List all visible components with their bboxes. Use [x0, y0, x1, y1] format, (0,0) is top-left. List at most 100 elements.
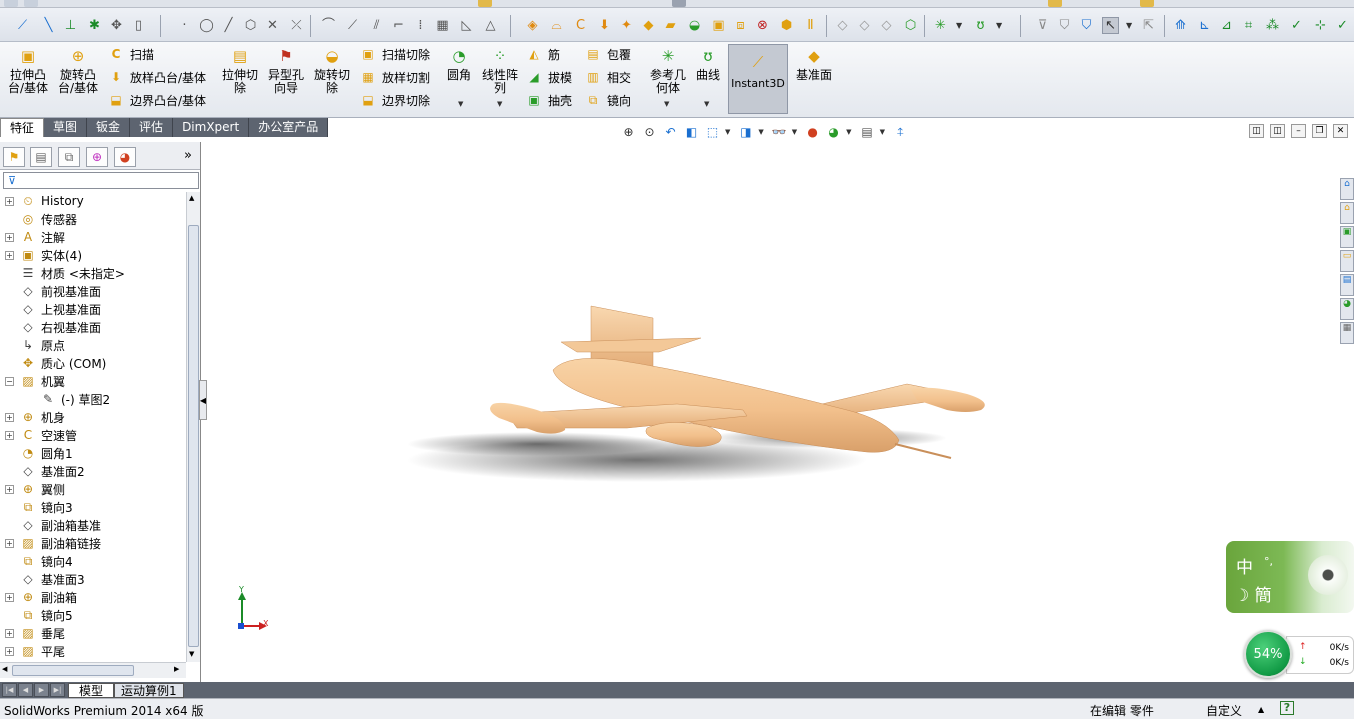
shell-button[interactable]: ▣ 抽壳 [526, 91, 572, 109]
zoom-to-area-icon[interactable]: ⊙ [641, 124, 658, 141]
loft-toolbar-icon[interactable]: ⬇ [596, 17, 613, 34]
scroll-thumb[interactable] [188, 225, 199, 647]
draft-button[interactable]: ◢ 拔模 [526, 68, 572, 86]
hide-show-items-icon[interactable]: 👓 [771, 124, 788, 141]
edit-appearance-icon[interactable]: ● [804, 124, 821, 141]
linear-pattern-button[interactable]: ⁘ 线性阵 列 [482, 46, 518, 95]
airplane-model[interactable] [407, 305, 985, 482]
toolbar-icon[interactable] [4, 0, 18, 7]
origin-icon[interactable]: ⊥ [62, 17, 79, 34]
instant3d-button[interactable]: ⟋ Instant3D [728, 44, 788, 114]
tree-item[interactable]: + ⊕ 翼侧 [0, 480, 186, 498]
chevron-down-icon[interactable]: ▼ [846, 128, 851, 136]
close-icon[interactable]: ✕ [1333, 124, 1348, 138]
rib-toolbar-icon[interactable]: Ⅱ [802, 17, 819, 34]
units-custom-text[interactable]: 自定义 [1206, 702, 1242, 719]
mirror-button[interactable]: ⧉ 镜向 [585, 91, 631, 109]
tree-item[interactable]: + ▣ 实体(4) [0, 246, 186, 264]
property-manager-tab-icon[interactable]: ▤ [30, 147, 52, 167]
design-library-tab-icon[interactable]: ▣ [1340, 226, 1354, 248]
select-icon[interactable]: ↖ [1102, 17, 1119, 34]
view-orientation-icon[interactable]: ⬚ [704, 124, 721, 141]
chevron-down-icon[interactable]: ▼ [497, 100, 502, 108]
chevron-down-icon[interactable]: ▼ [880, 128, 885, 136]
coordinate-icon[interactable]: ◇ [878, 17, 895, 34]
grid-icon[interactable]: ▦ [434, 17, 451, 34]
construction-line-icon[interactable]: ⫽ [368, 17, 385, 34]
expand-icon[interactable]: + [5, 196, 14, 206]
model-tab[interactable]: 模型 [68, 683, 114, 698]
extrude-cut-button[interactable]: ▤ 拉伸切 除 [222, 46, 258, 95]
boundary-cut-button[interactable]: ⬓ 边界切除 [360, 91, 430, 109]
expand-icon[interactable]: + [5, 592, 14, 602]
lofted-cut-button[interactable]: ▦ 放样切割 [360, 68, 430, 86]
feature-manager-tab-icon[interactable]: ⚑ [3, 147, 25, 167]
revolve-boss-button[interactable]: ⊕ 旋转凸 台/基体 [58, 46, 98, 95]
tree-item[interactable]: ◇ 右视基准面 [0, 318, 186, 336]
diamond-icon[interactable]: ◆ [640, 17, 657, 34]
line-icon[interactable]: ╲ [40, 17, 57, 34]
tree-vertical-scrollbar[interactable]: ▲ ▼ [186, 192, 200, 662]
tab-sketch[interactable]: 草图 [44, 118, 88, 137]
tree-item[interactable]: ◇ 基准面3 [0, 570, 186, 588]
tree-item[interactable]: + ⊕ 副油箱 [0, 588, 186, 606]
extrude-boss-button[interactable]: ▣ 拉伸凸 台/基体 [8, 46, 48, 95]
copy-icon[interactable]: ▯ [130, 17, 147, 34]
scroll-up-icon[interactable]: ▲ [189, 194, 194, 202]
tree-item[interactable]: ⧉ 镜向3 [0, 498, 186, 516]
network-speed-widget[interactable]: ↑ 0K/s ↓ 0K/s 54% [1244, 630, 1354, 678]
revolve-cut-button[interactable]: ◒ 旋转切 除 [314, 46, 350, 95]
tree-item[interactable]: + C 空速管 [0, 426, 186, 444]
collapse-icon[interactable]: − [5, 376, 14, 386]
relation-icon[interactable]: ⟰ [1172, 17, 1189, 34]
memory-usage-ball[interactable]: 54% [1244, 630, 1292, 678]
loft-boss-button[interactable]: ⬇ 放样凸台/基体 [108, 68, 206, 86]
fillet-button[interactable]: ◔ 圆角 [447, 46, 471, 82]
toolbar-icon[interactable] [672, 0, 686, 7]
previous-tab-icon[interactable]: ◀ [18, 683, 33, 697]
tree-item[interactable]: ☰ 材质 <未指定> [0, 264, 186, 282]
point-sketch-icon[interactable]: · [176, 17, 193, 34]
chevron-up-icon[interactable]: ▲ [1258, 705, 1264, 714]
swept-cut-button[interactable]: ▣ 扫描切除 [360, 45, 430, 63]
filter-icon[interactable]: ⊽ [1034, 17, 1051, 34]
tree-item[interactable]: ✥ 质心 (COM) [0, 354, 186, 372]
appearances-tab-icon[interactable]: ◕ [1340, 298, 1354, 320]
display-style-icon[interactable]: ◨ [737, 124, 754, 141]
circle-icon[interactable]: ◯ [198, 17, 215, 34]
filter-faces-icon[interactable]: ⛉ [1078, 17, 1095, 34]
display-manager-tab-icon[interactable]: ◕ [114, 147, 136, 167]
smart-dimension-icon[interactable]: ⟋ [14, 17, 31, 34]
hexagon-icon[interactable]: ⬡ [902, 17, 919, 34]
extend-icon[interactable]: ⤫ [288, 17, 305, 34]
previous-view-icon[interactable]: ↶ [662, 124, 679, 141]
minimize-icon[interactable]: – [1291, 124, 1306, 138]
delete-body-icon[interactable]: ⊗ [754, 17, 771, 34]
tree-item[interactable]: + A 注解 [0, 228, 186, 246]
chevron-down-icon[interactable]: ▼ [996, 21, 1002, 30]
expand-panel-icon[interactable]: » [184, 148, 192, 163]
expand-icon[interactable]: + [5, 250, 14, 260]
toolbar-icon[interactable] [1048, 0, 1062, 7]
filter-edges-icon[interactable]: ⛉ [1056, 17, 1073, 34]
expand-icon[interactable]: + [5, 628, 14, 638]
mirror-sketch-icon[interactable]: ⟋ [344, 17, 361, 34]
dimxpert-manager-tab-icon[interactable]: ⊕ [86, 147, 108, 167]
help-button[interactable]: ? [1280, 701, 1294, 715]
tree-horizontal-scrollbar[interactable]: ◀ ▶ [0, 662, 186, 678]
wrap-button[interactable]: ▤ 包覆 [585, 45, 631, 63]
polygon-icon[interactable]: ⬡ [242, 17, 259, 34]
expand-icon[interactable]: + [5, 484, 14, 494]
tree-item[interactable]: − ▨ 机翼 [0, 372, 186, 390]
scroll-down-icon[interactable]: ▼ [189, 650, 194, 658]
expand-icon[interactable]: + [5, 646, 14, 656]
tab-office-products[interactable]: 办公室产品 [249, 118, 329, 137]
curve-toolbar-icon[interactable]: ʊ [972, 17, 989, 34]
tree-item[interactable]: ◎ 传感器 [0, 210, 186, 228]
next-tab-icon[interactable]: ▶ [34, 683, 49, 697]
shape-icon[interactable]: ✦ [618, 17, 635, 34]
apply-scene-icon[interactable]: ◕ [825, 124, 842, 141]
motion-study-tab[interactable]: 运动算例1 [114, 683, 184, 698]
tree-item[interactable]: ◇ 副油箱基准 [0, 516, 186, 534]
tile-icon[interactable]: ◫ [1249, 124, 1264, 138]
